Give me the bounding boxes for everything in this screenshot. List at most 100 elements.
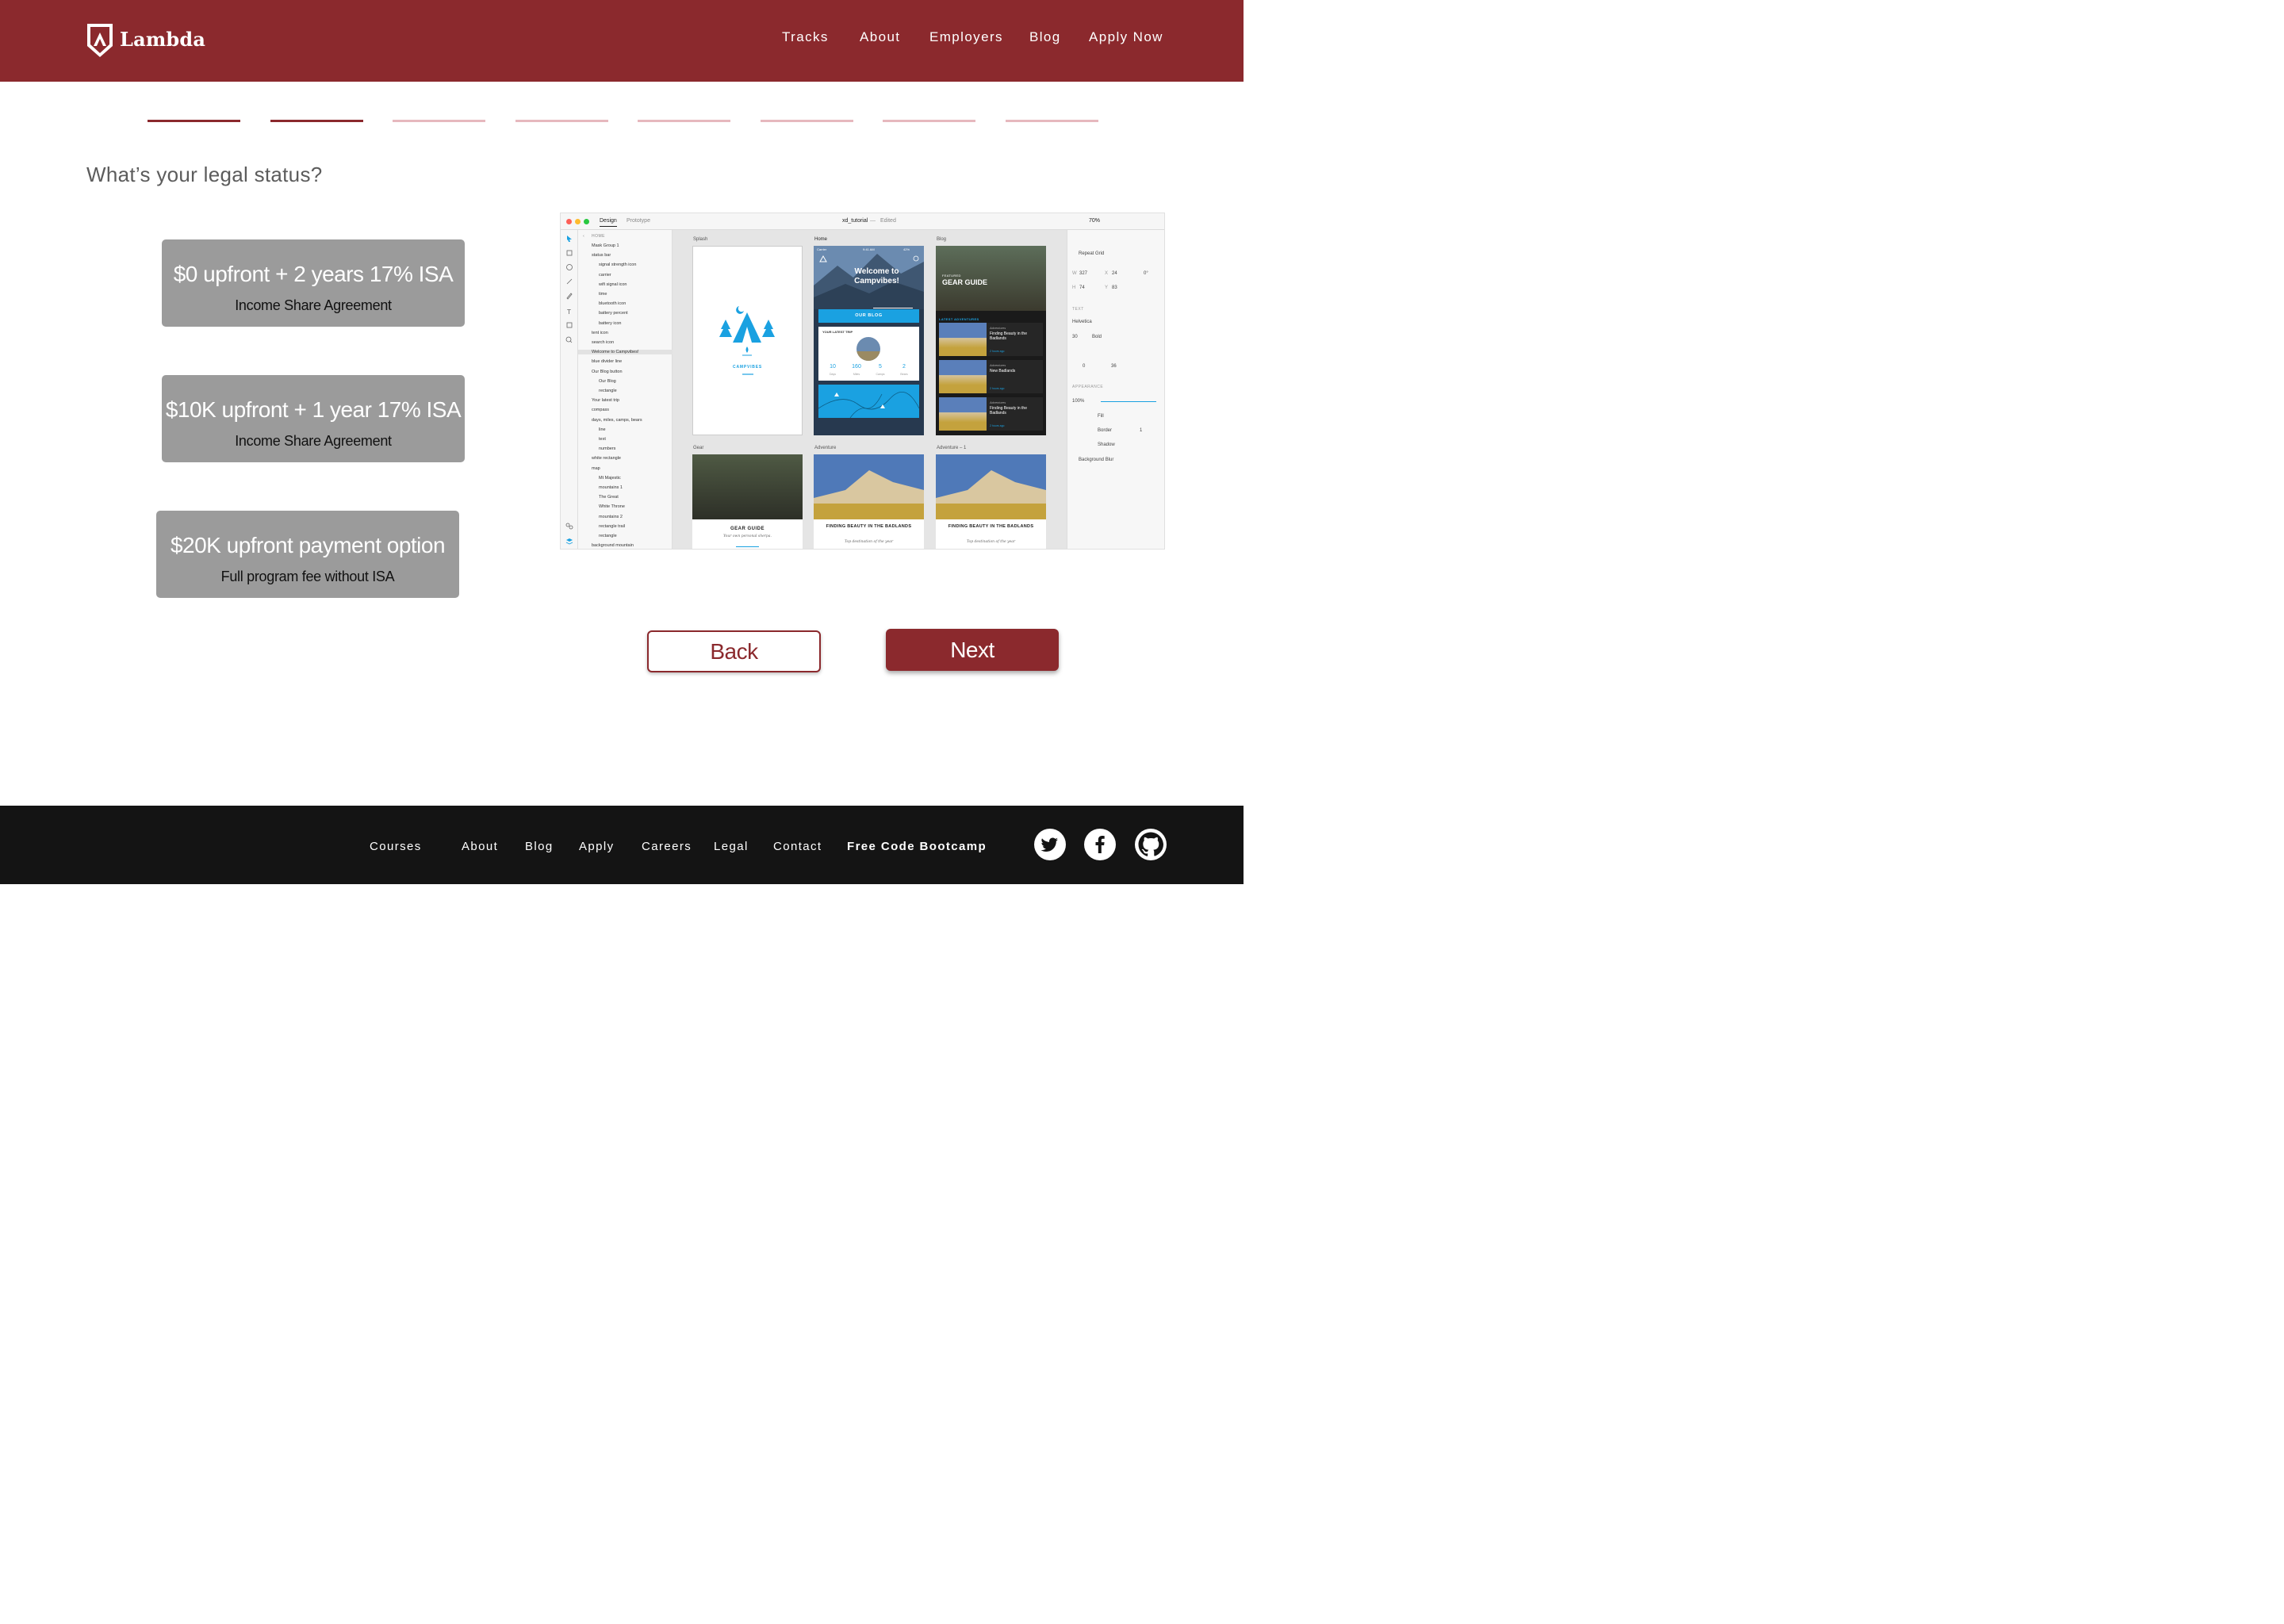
facebook-icon[interactable]	[1084, 829, 1116, 860]
site-header: Lambda Tracks About Employers Blog Apply…	[0, 0, 1244, 82]
xd-titlebar: Design Prototype xd_tutorial — Edited 70…	[561, 213, 1164, 230]
layer-item: rectangle	[599, 389, 617, 393]
option-subtitle: Income Share Agreement	[235, 433, 392, 449]
xd-zoom: 70%	[1089, 218, 1101, 224]
post-category: Adventures	[990, 400, 1006, 404]
option-isa-2-years[interactable]: $0 upfront + 2 years 17% ISA Income Shar…	[162, 239, 465, 327]
home-trip-card: YOUR LATEST TRIP 10 Days 160 Miles 5 Camps 2 Be…	[818, 327, 919, 381]
post-category: Adventures	[990, 326, 1006, 330]
layer-item: map	[592, 465, 600, 471]
footer-link-contact[interactable]: Contact	[773, 840, 822, 853]
layer-item: compass	[592, 408, 610, 413]
layer-item: days, miles, camps, bears	[592, 417, 642, 423]
layer-item: background mountain	[592, 543, 634, 549]
xd-doc-title: xd_tutorial	[842, 218, 868, 224]
artboard-blog: FEATURED GEAR GUIDE LATEST ADVENTURES Ad…	[936, 246, 1046, 435]
option-title: $0 upfront + 2 years 17% ISA	[173, 262, 454, 286]
progress-step	[148, 120, 240, 122]
layer-item: signal strength icon	[599, 262, 637, 268]
footer-link-blog[interactable]: Blog	[525, 840, 554, 853]
minimize-dot	[575, 219, 581, 224]
progress-step	[638, 120, 730, 122]
progress-step	[393, 120, 485, 122]
home-map	[818, 385, 920, 419]
xd-tab-prototype: Prototype	[627, 218, 650, 224]
layer-item: The Great	[599, 495, 619, 500]
option-full-upfront[interactable]: $20K upfront payment option Full program…	[156, 511, 459, 598]
artboard-adventure: FINDING BEAUTY IN THE BADLANDS Top desti…	[814, 454, 924, 549]
layer-item: rectangle trail	[599, 523, 626, 529]
option-subtitle: Income Share Agreement	[235, 297, 392, 313]
back-button[interactable]: Back	[647, 630, 821, 672]
artboard-label: Adventure – 1	[937, 446, 967, 450]
blog-post-card: Adventures New Badlands 2 hours ago	[939, 360, 1043, 393]
xd-tool-icons: T	[565, 236, 573, 545]
layer-item: bluetooth icon	[599, 301, 627, 307]
layer-item: Your latest trip	[592, 398, 619, 404]
xd-toolbar: T	[561, 230, 578, 549]
stat-value: 160	[852, 364, 861, 370]
nav-apply-now[interactable]: Apply Now	[1089, 29, 1163, 45]
xd-canvas: Splash CAMPVIBES Home Carrier 9:41 AM 42…	[673, 230, 1067, 549]
next-button[interactable]: Next	[886, 629, 1059, 671]
layer-item: Our Blog button	[592, 369, 623, 374]
home-title: Welcome to Campvibes!	[854, 267, 899, 285]
layer-item: Mt Majestic	[599, 475, 621, 481]
artboard-label: Home	[814, 237, 828, 242]
nav-about[interactable]: About	[860, 29, 900, 45]
layer-item: rectangle	[599, 534, 617, 538]
layer-item: carrier	[599, 272, 611, 278]
zoom-dot	[584, 219, 589, 224]
post-title: New Badlands	[990, 369, 1016, 373]
logo[interactable]: Lambda	[86, 22, 205, 59]
xd-layers-panel: ‹ HOME Mask Group 1 status bar signal stre…	[578, 230, 673, 549]
progress-step	[760, 120, 853, 122]
nav-blog[interactable]: Blog	[1029, 29, 1061, 45]
splash-brand: CAMPVIBES	[733, 365, 762, 370]
post-title: Finding Beauty in the Badlands	[990, 406, 1027, 416]
footer-link-apply[interactable]: Apply	[579, 840, 615, 853]
nav-employers[interactable]: Employers	[929, 29, 1003, 45]
artboard-home: Carrier 9:41 AM 42% Welcome to Campvibes…	[814, 246, 924, 435]
option-isa-1-year[interactable]: $10K upfront + 1 year 17% ISA Income Sha…	[162, 375, 465, 462]
layer-item: blue divider line	[592, 359, 623, 365]
xd-tab-design: Design	[600, 218, 617, 227]
stat-value: 2	[902, 364, 906, 370]
stat-label: Bears	[900, 373, 908, 376]
post-time: 2 hours ago	[990, 424, 1005, 427]
footer-link-courses[interactable]: Courses	[370, 840, 422, 853]
option-title: $10K upfront + 1 year 17% ISA	[165, 397, 462, 422]
nav-tracks[interactable]: Tracks	[782, 29, 829, 45]
xd-doc-status: Edited	[880, 218, 896, 224]
footer-link-careers[interactable]: Careers	[642, 840, 692, 853]
home-blog-button: OUR BLOG	[818, 309, 919, 323]
progress-step	[270, 120, 363, 122]
layer-item: time	[599, 292, 607, 297]
footer-link-about[interactable]: About	[462, 840, 498, 853]
layer-item: line	[599, 427, 606, 432]
layer-item: numbers	[599, 446, 616, 452]
stat-label: Camps	[876, 373, 885, 376]
stat-value: 10	[830, 364, 836, 370]
layer-item: search icon	[592, 340, 615, 345]
github-icon[interactable]	[1135, 829, 1167, 860]
blog-title: GEAR GUIDE	[942, 278, 988, 286]
footer-link-free-code-bootcamp[interactable]: Free Code Bootcamp	[847, 840, 987, 853]
post-title: Finding Beauty in the Badlands	[990, 331, 1027, 341]
campvibes-logo-icon	[719, 306, 775, 375]
blog-post-card: Adventures Finding Beauty in the Badlands…	[939, 323, 1043, 356]
artboard-label: Adventure	[814, 446, 837, 450]
layer-item: mountains 1	[599, 485, 623, 490]
twitter-icon[interactable]	[1034, 829, 1066, 860]
artboard-label: Blog	[937, 237, 947, 242]
artboard-adventure-1: FINDING BEAUTY IN THE BADLANDS Top desti…	[936, 454, 1046, 549]
progress-step	[515, 120, 608, 122]
footer-link-legal[interactable]: Legal	[714, 840, 749, 853]
layer-item: wifi signal icon	[599, 282, 627, 287]
post-category: Adventures	[990, 363, 1006, 367]
layer-item: White Throne	[599, 504, 625, 510]
artboard-gear: GEAR GUIDE Your own personal sherpa.	[692, 454, 803, 549]
layer-item: Our Blog	[599, 378, 616, 384]
layer-item: status bar	[592, 253, 611, 259]
option-subtitle: Full program fee without ISA	[220, 569, 395, 584]
